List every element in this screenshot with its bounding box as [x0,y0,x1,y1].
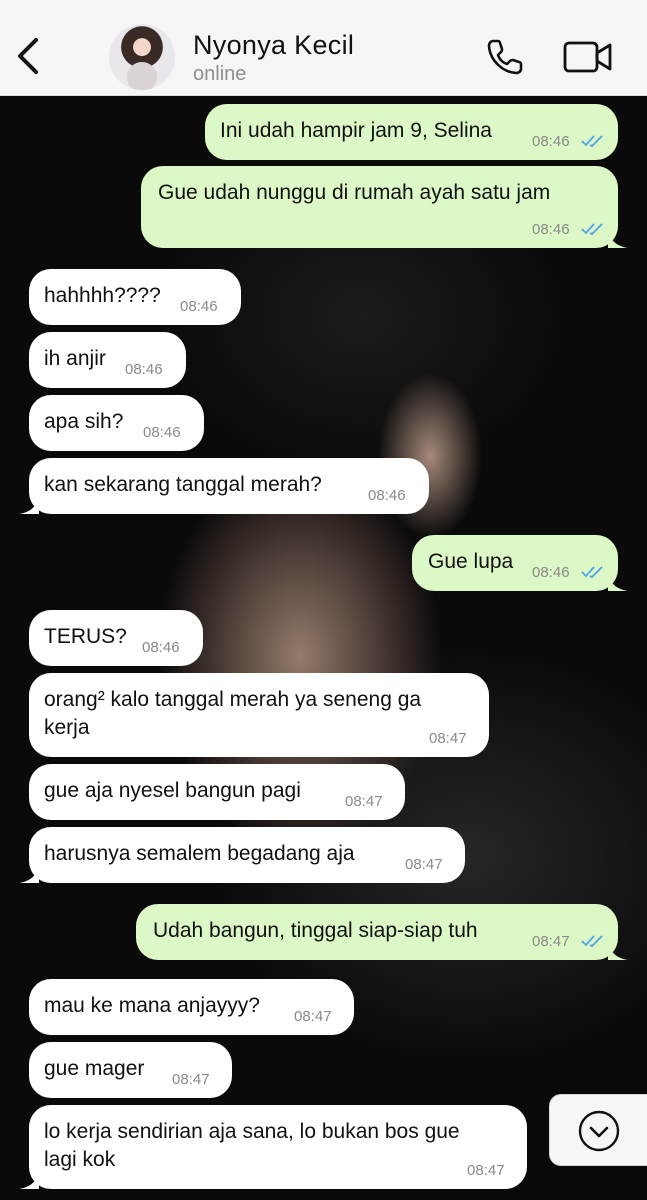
bubble-tail [19,865,39,883]
message-time: 08:46 [532,133,570,150]
message-bubble-incoming[interactable]: TERUS? 08:46 [29,610,203,666]
message-bubble-incoming[interactable]: lo kerja sendirian aja sana, lo bukan bo… [19,1105,527,1189]
message-text-line2: lagi kok [44,1148,116,1171]
message-text: harusnya semalem begadang aja [44,842,355,865]
message-bubble-incoming[interactable]: mau ke mana anjayyy? 08:47 [29,979,354,1035]
read-receipt-icon [581,223,603,236]
message-time: 08:47 [405,856,443,873]
message-time: 08:46 [180,298,218,315]
message-text: gue aja nyesel bangun pagi [44,779,301,802]
contact-status: online [193,63,247,85]
message-text: ih anjir [44,347,106,370]
message-text: mau ke mana anjayyy? [44,994,260,1017]
message-bubble-incoming[interactable]: orang² kalo tanggal merah ya seneng ga k… [29,673,489,757]
chat-header: Nyonya Kecil online [0,0,647,96]
message-text: Ini udah hampir jam 9, Selina [220,119,492,142]
bubble-tail [608,942,628,960]
phone-icon [487,39,523,75]
read-receipt-icon [581,566,603,579]
message-text-line1: orang² kalo tanggal merah ya seneng ga [44,688,422,711]
read-receipt-icon [581,935,603,948]
bubble-tail [608,230,628,248]
back-button[interactable] [10,34,46,78]
message-bubble-incoming[interactable]: gue aja nyesel bangun pagi 08:47 [29,764,405,820]
message-text: gue mager [44,1057,145,1080]
message-bubble-incoming[interactable]: apa sih? 08:46 [29,395,204,451]
bubble-tail [19,496,39,514]
scroll-to-bottom-button[interactable] [549,1094,647,1166]
message-time: 08:47 [345,793,383,810]
chevron-down-circle-icon [578,1110,620,1152]
message-text-line1: lo kerja sendirian aja sana, lo bukan bo… [44,1120,460,1143]
message-time: 08:46 [532,564,570,581]
message-time: 08:47 [532,933,570,950]
message-text-line2: kerja [44,716,90,739]
message-text: hahhhh???? [44,284,161,307]
message-text: Gue lupa [428,550,514,573]
message-text: apa sih? [44,410,124,433]
message-bubble-incoming[interactable]: ih anjir 08:46 [29,332,186,388]
message-bubble-outgoing[interactable]: Ini udah hampir jam 9, Selina 08:46 [205,104,618,160]
message-time: 08:46 [368,487,406,504]
bubble-tail [608,573,628,591]
message-text: kan sekarang tanggal merah? [44,473,322,496]
message-bubble-outgoing[interactable]: Udah bangun, tinggal siap-siap tuh 08:47 [136,904,628,960]
message-time: 08:47 [429,730,467,747]
message-time: 08:46 [125,361,163,378]
message-bubble-outgoing[interactable]: Gue udah nunggu di rumah ayah satu jam 0… [141,166,628,248]
message-bubble-outgoing[interactable]: Gue lupa 08:46 [412,535,628,591]
video-call-button[interactable] [562,38,614,76]
message-time: 08:46 [142,639,180,656]
message-bubble-incoming[interactable]: harusnya semalem begadang aja 08:47 [19,827,465,883]
message-time: 08:46 [143,424,181,441]
message-text: Udah bangun, tinggal siap-siap tuh [153,919,478,942]
video-camera-icon [563,41,612,73]
message-text: Gue udah nunggu di rumah ayah satu jam [158,181,551,204]
message-text: TERUS? [44,625,127,648]
message-time: 08:47 [294,1008,332,1025]
message-bubble-incoming[interactable]: kan sekarang tanggal merah? 08:46 [19,458,429,514]
read-receipt-icon [581,135,603,148]
chevron-left-icon [18,38,38,74]
message-bubble-incoming[interactable]: gue mager 08:47 [29,1042,232,1098]
voice-call-button[interactable] [484,36,526,78]
message-bubble-incoming[interactable]: hahhhh???? 08:46 [29,269,241,325]
contact-name[interactable]: Nyonya Kecil [193,30,354,61]
message-time: 08:46 [532,221,570,238]
message-time: 08:47 [467,1162,505,1179]
avatar[interactable] [109,24,175,90]
message-time: 08:47 [172,1071,210,1088]
bubble-tail [19,1171,39,1189]
